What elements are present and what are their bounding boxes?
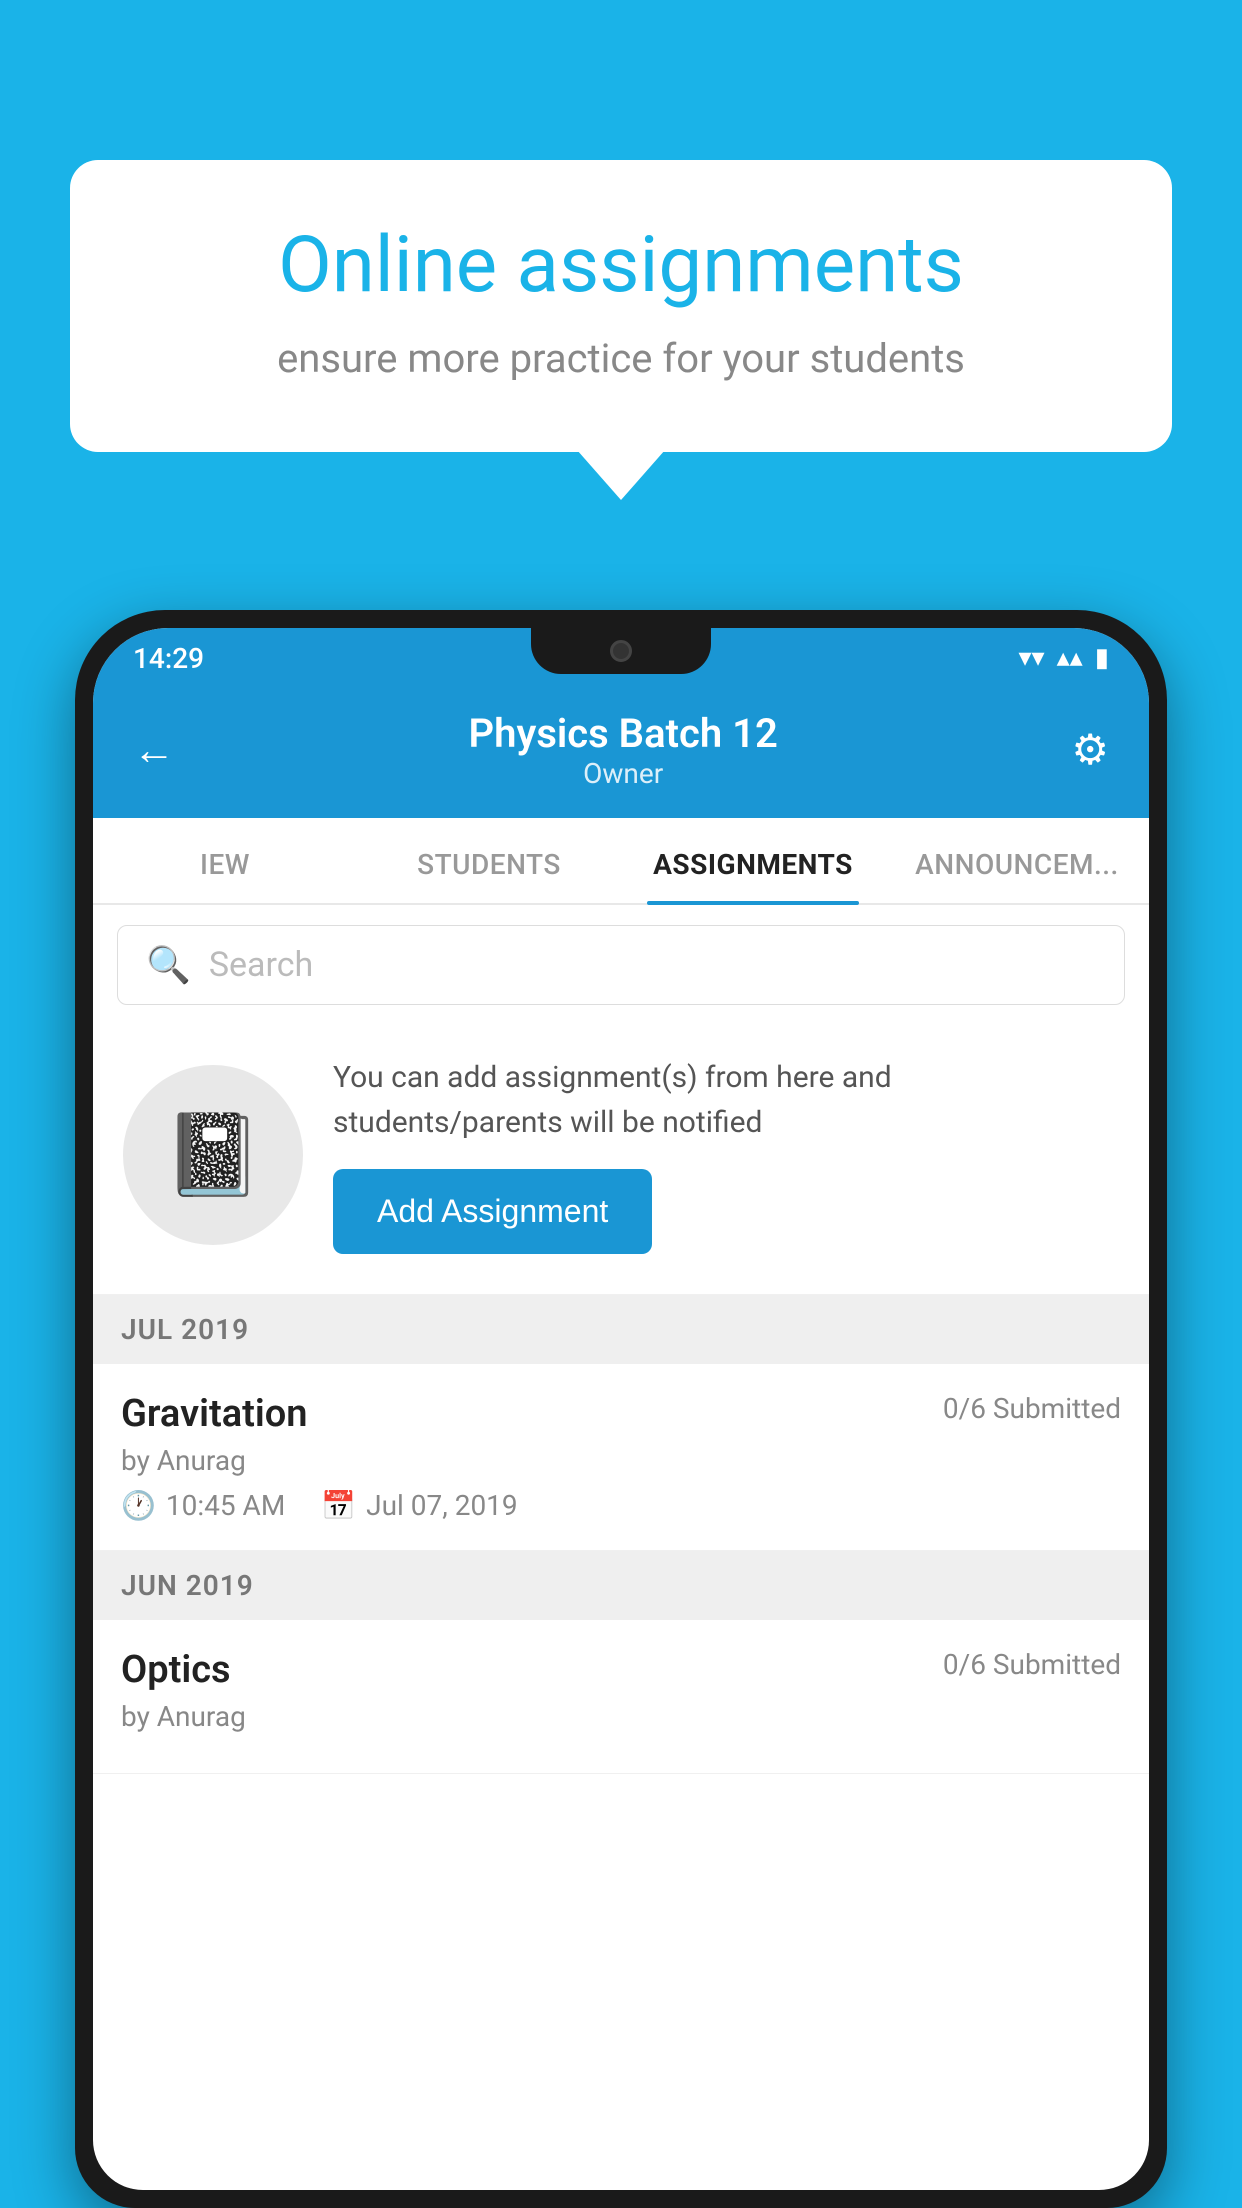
section-label-jun: JUN 2019 [121, 1569, 254, 1602]
wifi-icon: ▾▾ [1018, 643, 1044, 673]
tab-announcements[interactable]: ANNOUNCEM... [885, 818, 1149, 903]
search-icon: 🔍 [146, 944, 191, 986]
assignment-date-gravitation: 📅 Jul 07, 2019 [321, 1489, 517, 1522]
promo-description: You can add assignment(s) from here and … [333, 1055, 1119, 1145]
tab-assignments[interactable]: ASSIGNMENTS [621, 818, 885, 903]
assignment-row-top: Gravitation 0/6 Submitted [121, 1392, 1121, 1436]
notebook-icon: 📓 [163, 1108, 263, 1202]
assignment-time-gravitation: 🕐 10:45 AM [121, 1489, 285, 1522]
speech-bubble: Online assignments ensure more practice … [70, 160, 1172, 452]
back-button[interactable]: ← [133, 726, 175, 775]
bubble-subtitle: ensure more practice for your students [140, 335, 1102, 382]
header-title: Physics Batch 12 [175, 710, 1071, 757]
search-bar[interactable]: 🔍 Search [117, 925, 1125, 1005]
add-assignment-button[interactable]: Add Assignment [333, 1169, 652, 1254]
assignment-author-optics: by Anurag [121, 1700, 1121, 1733]
phone-notch [531, 628, 711, 674]
speech-bubble-container: Online assignments ensure more practice … [70, 160, 1172, 452]
assignment-row-top-optics: Optics 0/6 Submitted [121, 1648, 1121, 1692]
header-title-group: Physics Batch 12 Owner [175, 710, 1071, 790]
assignment-title-gravitation: Gravitation [121, 1392, 308, 1436]
assignment-meta-gravitation: 🕐 10:45 AM 📅 Jul 07, 2019 [121, 1489, 1121, 1522]
promo-icon-circle: 📓 [123, 1065, 303, 1245]
phone-frame: 14:29 ▾▾ ▴▴ ▮ ← Physics Batch 12 Owner ⚙… [75, 610, 1167, 2208]
promo-text-group: You can add assignment(s) from here and … [333, 1055, 1119, 1254]
assignment-submitted-gravitation: 0/6 Submitted [943, 1392, 1121, 1425]
assignment-item-optics[interactable]: Optics 0/6 Submitted by Anurag [93, 1620, 1149, 1774]
search-bar-container: 🔍 Search [93, 905, 1149, 1025]
promo-section: 📓 You can add assignment(s) from here an… [93, 1025, 1149, 1295]
status-icons: ▾▾ ▴▴ ▮ [1018, 643, 1109, 673]
section-header-jul: JUL 2019 [93, 1295, 1149, 1364]
app-header: ← Physics Batch 12 Owner ⚙ [93, 688, 1149, 818]
tab-students[interactable]: STUDENTS [357, 818, 621, 903]
status-time: 14:29 [133, 642, 204, 675]
bubble-title: Online assignments [140, 220, 1102, 311]
assignment-author-gravitation: by Anurag [121, 1444, 1121, 1477]
phone-inner: 14:29 ▾▾ ▴▴ ▮ ← Physics Batch 12 Owner ⚙… [93, 628, 1149, 2190]
tab-iew[interactable]: IEW [93, 818, 357, 903]
header-subtitle: Owner [175, 757, 1071, 790]
signal-icon: ▴▴ [1057, 643, 1083, 673]
assignment-title-optics: Optics [121, 1648, 231, 1692]
tabs-bar: IEW STUDENTS ASSIGNMENTS ANNOUNCEM... [93, 818, 1149, 905]
calendar-icon: 📅 [321, 1489, 356, 1522]
clock-icon: 🕐 [121, 1489, 156, 1522]
search-input[interactable]: Search [209, 945, 313, 985]
section-header-jun: JUN 2019 [93, 1551, 1149, 1620]
section-label-jul: JUL 2019 [121, 1313, 249, 1346]
assignment-submitted-optics: 0/6 Submitted [943, 1648, 1121, 1681]
camera [610, 640, 632, 662]
settings-icon[interactable]: ⚙ [1071, 725, 1109, 775]
battery-icon: ▮ [1095, 643, 1109, 673]
assignment-item-gravitation[interactable]: Gravitation 0/6 Submitted by Anurag 🕐 10… [93, 1364, 1149, 1551]
